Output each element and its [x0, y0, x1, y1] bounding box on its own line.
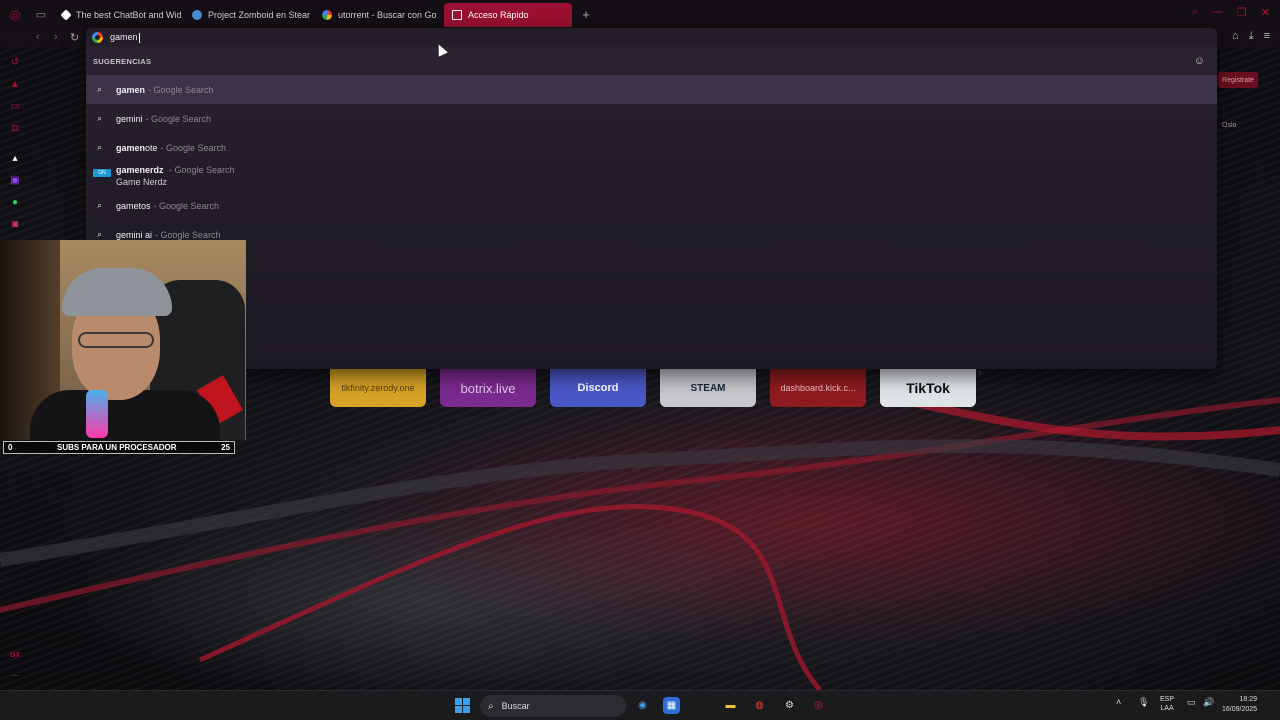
chevron-up-icon[interactable]: ˄ [1116, 697, 1121, 707]
maximize-button[interactable]: ❐ [1237, 6, 1247, 19]
steam-icon[interactable]: ⚙ [781, 697, 798, 714]
city-link[interactable]: Oslo [1222, 122, 1236, 129]
tab-strip: ◎ ▭ The best ChatBot and Wid Project Zom… [0, 0, 1280, 29]
tab-label: The best ChatBot and Wid [76, 9, 182, 20]
taskbar: ⌕ Buscar ◉ ▦ ▬ ◍ ⚙ ◎ ˄ 🎙 ESP LAA ▭ 🔊 18:… [0, 690, 1280, 720]
search-icon: ⌕ [97, 142, 103, 152]
microphone-icon[interactable]: 🎙 [1138, 697, 1149, 708]
tab-label: utorrent - Buscar con Go [338, 9, 437, 20]
goal-text: SUBS PARA UN PROCESADOR [56, 443, 177, 452]
goal-current: 0 [8, 443, 13, 452]
instagram-icon[interactable]: ◙ [8, 217, 22, 231]
chrome-icon[interactable]: ◍ [751, 697, 768, 714]
workspaces-icon[interactable]: ▭ [30, 8, 52, 21]
taskbar-search[interactable]: ⌕ Buscar [480, 695, 626, 717]
file-explorer-icon[interactable]: ▬ [722, 697, 739, 714]
window-controls: ⌕ — ❐ ✕ [1192, 6, 1270, 19]
gx-tv-icon[interactable]: ▭ [8, 99, 22, 113]
wallet-icon[interactable]: ⌂ [1232, 30, 1239, 43]
toolbar-right: ⌂ ⤓ ≡ [1232, 30, 1270, 43]
back-arrow-icon[interactable]: ‹ [36, 31, 40, 43]
search-icon: ⌕ [97, 229, 103, 239]
gx-player-icon[interactable]: ◘ [8, 121, 22, 135]
rgb-lamp [86, 390, 108, 438]
suggestion-item[interactable]: GN gamenerdz - Google Search Game Nerdz [86, 162, 1217, 191]
close-button[interactable]: ✕ [1261, 6, 1270, 19]
speed-dial-discord[interactable]: Discord [550, 369, 646, 407]
suggestion-item[interactable]: ⌕ gamen - Google Search [86, 75, 1217, 104]
subs-goal-bar: 0 SUBS PARA UN PROCESADOR 25 [3, 441, 235, 454]
smiley-icon[interactable]: ☺ [1194, 55, 1205, 67]
aria-ai-icon[interactable]: ▴ [8, 151, 22, 165]
tab-utorrent-search[interactable]: utorrent - Buscar con Go [314, 3, 442, 27]
menu-icon[interactable]: ≡ [1264, 30, 1270, 43]
goal-target: 25 [221, 443, 230, 452]
gx-control-icon[interactable]: ↺ [8, 55, 22, 69]
address-bar-dropdown: gamen SUGERENCIAS ☺ ⌕ gamen - Google Sea… [86, 28, 1217, 369]
text-caret [138, 32, 140, 43]
system-clock[interactable]: 18:29 16/09/2025 [1222, 695, 1257, 715]
store-icon[interactable]: ▦ [663, 697, 680, 714]
opera-gx-logo-icon[interactable]: ◎ [0, 7, 30, 23]
chatbot-favicon-icon [60, 8, 72, 21]
gx-corner-icon[interactable]: ▲ [8, 77, 22, 91]
search-icon: ⌕ [488, 700, 494, 712]
speed-dial-tiktok[interactable]: TikTok [880, 369, 976, 407]
reload-icon[interactable]: ↻ [70, 31, 79, 44]
search-icon: ⌕ [97, 113, 103, 123]
windows-start-icon[interactable] [455, 698, 470, 713]
download-icon[interactable]: ⤓ [1249, 30, 1254, 43]
address-input[interactable]: gamen [110, 32, 140, 43]
suggestion-item[interactable]: ⌕ gemini ai - Google Search [86, 220, 1217, 249]
whatsapp-icon[interactable]: ● [8, 195, 22, 209]
network-icon[interactable]: ▭ [1187, 697, 1196, 708]
gamenerdz-logo-icon: GN [93, 169, 111, 177]
gx-label[interactable]: GX [10, 652, 20, 659]
volume-icon[interactable]: 🔊 [1203, 697, 1214, 708]
minimize-button[interactable]: — [1212, 6, 1223, 19]
opera-gx-icon[interactable]: ◎ [810, 697, 827, 714]
streamer-glasses [78, 332, 154, 348]
google-favicon-icon [322, 9, 332, 20]
register-button[interactable]: Registrate [1218, 72, 1258, 88]
edge-icon[interactable]: ◉ [634, 697, 651, 714]
forward-arrow-icon[interactable]: › [54, 31, 58, 43]
speed-dial-grid-icon [452, 9, 462, 20]
streamer-cap [62, 268, 172, 316]
suggestion-subtitle: Game Nerdz [116, 177, 168, 187]
search-icon: ⌕ [97, 84, 103, 94]
search-icon: ⌕ [97, 200, 103, 210]
webcam-overlay [0, 240, 246, 440]
language-indicator[interactable]: ESP LAA [1160, 695, 1174, 713]
google-icon [92, 32, 103, 43]
tab-chatbot[interactable]: The best ChatBot and Wid [54, 3, 182, 27]
suggestions-list: ⌕ gamen - Google Search ⌕ gemini - Googl… [86, 75, 1217, 249]
tab-acceso-rapido[interactable]: Acceso Rápido [444, 2, 572, 27]
search-tabs-icon[interactable]: ⌕ [1192, 6, 1198, 19]
suggestion-item[interactable]: ⌕ gemini - Google Search [86, 104, 1217, 133]
suggestion-item[interactable]: ⌕ gametos - Google Search [86, 191, 1217, 220]
speed-dial-tikfinity[interactable]: tikfinity.zerody.one [330, 369, 426, 407]
address-bar[interactable]: gamen [86, 28, 1217, 47]
speed-dial-row: tikfinity.zerody.one botrix.live Discord… [330, 369, 976, 407]
tab-label: Acceso Rápido [468, 9, 529, 20]
suggestions-header: SUGERENCIAS [93, 57, 152, 66]
speed-dial-steam[interactable]: STEAM [660, 369, 756, 407]
steam-favicon-icon [192, 9, 202, 20]
speed-dial-kick[interactable]: dashboard.kick.c... [770, 369, 866, 407]
new-tab-button[interactable]: + [576, 7, 596, 22]
sidebar-more-icon[interactable]: ··· [11, 671, 19, 680]
suggestion-item[interactable]: ⌕ gamenote - Google Search [86, 133, 1217, 162]
tab-label: Project Zomboid en Stear [208, 9, 311, 20]
tab-project-zomboid[interactable]: Project Zomboid en Stear [184, 3, 312, 27]
speed-dial-botrix[interactable]: botrix.live [440, 369, 536, 407]
twitch-icon[interactable]: ▣ [8, 173, 22, 187]
